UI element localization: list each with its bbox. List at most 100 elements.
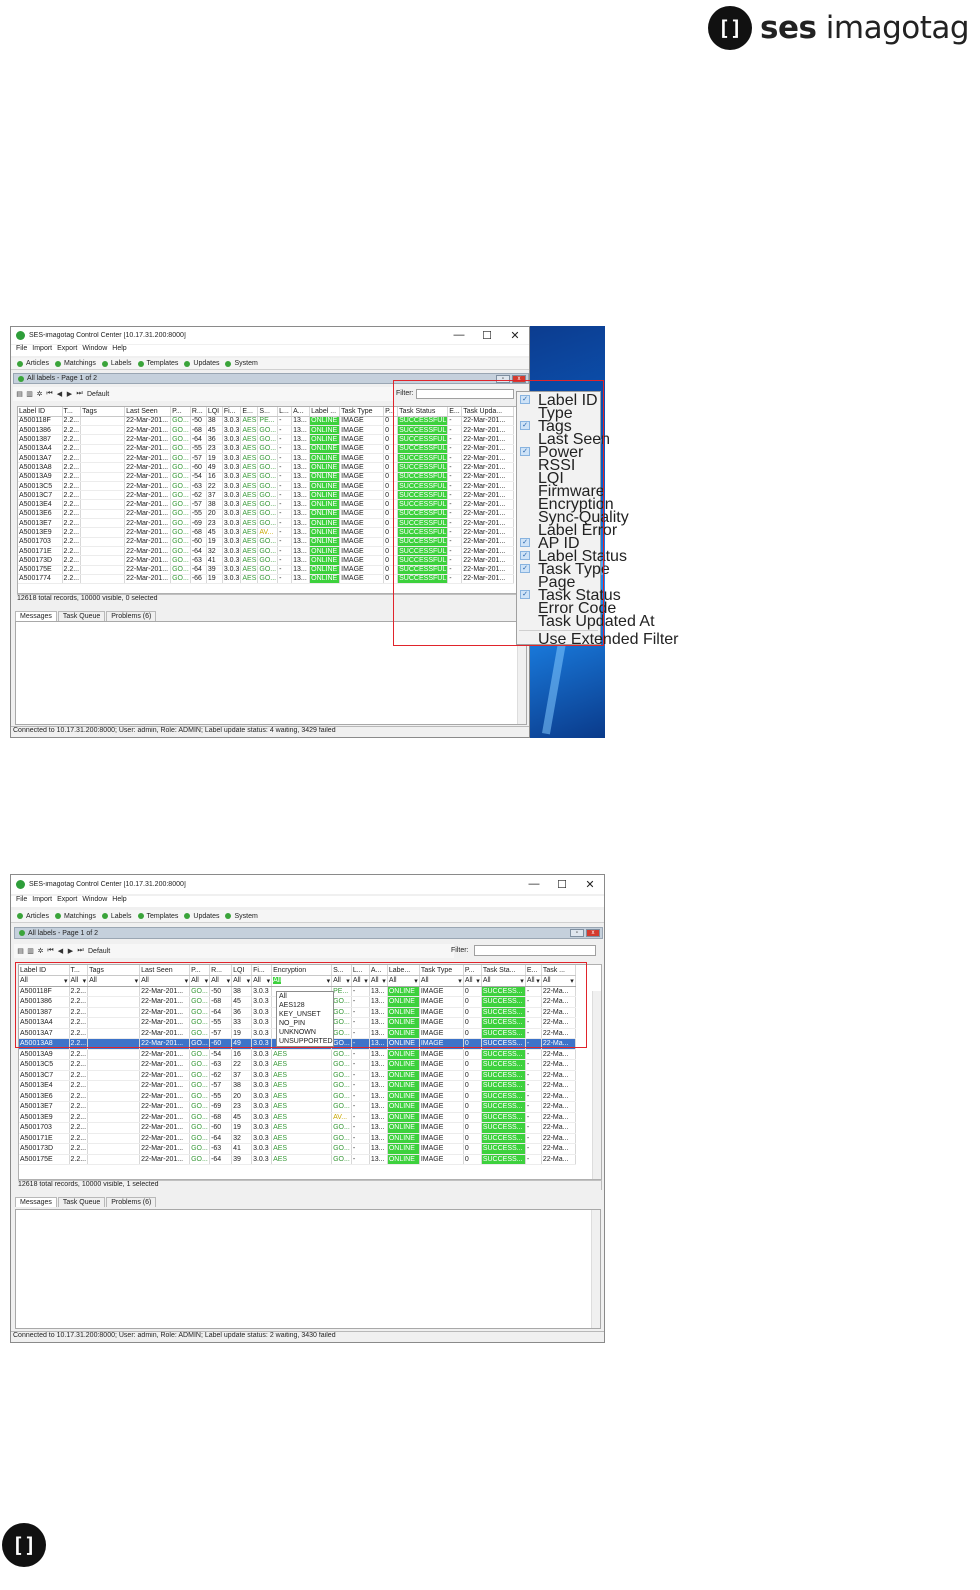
messages-scrollbar[interactable] — [591, 1210, 600, 1328]
column-header[interactable]: Last Seen — [124, 407, 172, 417]
restore-panel-icon[interactable]: ▫ — [570, 929, 584, 937]
column-header[interactable]: A... — [291, 407, 311, 417]
column-header[interactable]: E... — [240, 407, 259, 417]
nav-articles[interactable]: Articles — [17, 913, 49, 920]
status-dot-icon — [137, 913, 144, 919]
table-row[interactable]: A50013A9 2.2... 22-Mar-201... GO... -54 16 3.0… — [19, 1049, 576, 1060]
nav-articles[interactable]: Articles — [17, 360, 49, 367]
column-header[interactable]: Tags — [80, 407, 126, 417]
next-page-icon[interactable]: ▶ — [66, 390, 73, 398]
new-icon[interactable]: ▤ — [16, 390, 23, 398]
column-header[interactable]: P... — [170, 407, 191, 417]
next-page-icon[interactable]: ▶ — [67, 947, 74, 955]
table-cell: 22-Mar-201... — [124, 444, 172, 455]
nav-system[interactable]: System — [225, 360, 258, 367]
menu-export[interactable]: Export — [57, 345, 77, 356]
column-header[interactable]: S... — [257, 407, 279, 417]
nav-updates[interactable]: Updates — [184, 913, 219, 920]
column-header[interactable]: T... — [62, 407, 82, 417]
table-cell: 2.2... — [69, 1154, 89, 1165]
close-button[interactable]: ✕ — [501, 329, 529, 342]
menu-help[interactable]: Help — [112, 896, 126, 907]
table-cell: A50013E6 — [19, 1091, 70, 1102]
tab-task-queue[interactable]: Task Queue — [57, 1197, 106, 1207]
menu-window[interactable]: Window — [82, 896, 107, 907]
column-header[interactable]: LQI — [206, 407, 223, 417]
last-page-icon[interactable]: ⏭ — [77, 947, 84, 955]
panel-title: All labels - Page 1 of 2 — [28, 929, 99, 937]
table-cell: 3.0.3 — [222, 434, 242, 445]
table-row[interactable]: A500173D 2.2... 22-Mar-201... GO... -63 41 3.0… — [19, 1143, 576, 1155]
records-summary: 12618 total records, 10000 visible, 1 se… — [18, 1180, 602, 1190]
column-header[interactable]: Label ... — [309, 407, 341, 417]
table-cell: 2.2... — [62, 453, 82, 464]
view-preset[interactable]: Default — [87, 391, 109, 398]
menu-file[interactable]: File — [16, 345, 27, 356]
nav-matchings[interactable]: Matchings — [54, 913, 96, 920]
delete-icon[interactable]: ▥ — [27, 947, 34, 955]
table-row[interactable]: A50013E4 2.2... 22-Mar-201... GO... -57 38 3.0… — [19, 1080, 576, 1092]
nav-templates[interactable]: Templates — [137, 913, 178, 920]
table-row[interactable]: A500171E 2.2... 22-Mar-201... GO... -64 32 3.0… — [19, 1133, 576, 1144]
column-header[interactable]: L... — [277, 407, 293, 417]
table-cell: IMAGE — [339, 425, 385, 436]
settings-icon[interactable]: ✲ — [37, 947, 44, 955]
table-row[interactable]: A5001703 2.2... 22-Mar-201... GO... -60 19 3.0… — [19, 1122, 576, 1134]
nav-labels[interactable]: Labels — [101, 360, 132, 367]
nav-labels[interactable]: Labels — [101, 913, 132, 920]
menu-import[interactable]: Import — [32, 896, 52, 907]
table-cell: SUCCESS... — [481, 1112, 526, 1123]
nav-system[interactable]: System — [225, 913, 258, 920]
table-row[interactable]: A50013E6 2.2... 22-Mar-201... GO... -55 20 3.0… — [19, 1091, 576, 1102]
table-cell: 3.0.3 — [222, 462, 242, 473]
table-cell: IMAGE — [339, 444, 385, 455]
first-page-icon[interactable]: ⏮ — [47, 947, 54, 955]
new-icon[interactable]: ▤ — [17, 947, 24, 955]
table-row[interactable]: A50013C5 2.2... 22-Mar-201... GO... -63 22 3.0… — [19, 1059, 576, 1071]
table-row[interactable]: A500175E 2.2... 22-Mar-201... GO... -64 39 3.0… — [19, 1154, 576, 1165]
last-page-icon[interactable]: ⏭ — [76, 390, 83, 398]
delete-icon[interactable]: ▥ — [26, 390, 33, 398]
close-panel-icon[interactable]: x — [586, 929, 600, 937]
table-cell: GO... — [170, 444, 191, 455]
close-button[interactable]: ✕ — [576, 878, 604, 891]
table-cell: 3.0.3 — [251, 1091, 273, 1102]
table-cell: 22-Mar-201... — [139, 1059, 191, 1071]
maximize-button[interactable]: ☐ — [548, 878, 576, 891]
nav-templates[interactable]: Templates — [137, 360, 178, 367]
tab-messages[interactable]: Messages — [15, 611, 57, 621]
nav-matchings[interactable]: Matchings — [54, 360, 96, 367]
tab-task-queue[interactable]: Task Queue — [57, 611, 106, 621]
view-preset[interactable]: Default — [88, 948, 110, 955]
prev-page-icon[interactable]: ◀ — [57, 947, 64, 955]
table-scrollbar[interactable] — [592, 991, 601, 1179]
table-cell: SUCCESS... — [481, 1101, 526, 1113]
tab-problems[interactable]: Problems (6) — [106, 1197, 157, 1207]
tab-messages[interactable]: Messages — [15, 1197, 57, 1207]
settings-icon[interactable]: ✲ — [36, 390, 43, 398]
column-header[interactable]: Fi... — [222, 407, 242, 417]
menu-import[interactable]: Import — [32, 345, 52, 356]
column-header[interactable]: R... — [190, 407, 207, 417]
menu-export[interactable]: Export — [57, 896, 77, 907]
tab-problems[interactable]: Problems (6) — [106, 611, 157, 621]
table-cell — [80, 416, 126, 427]
table-row[interactable]: A50013C7 2.2... 22-Mar-201... GO... -62 37 3.0… — [19, 1070, 576, 1081]
minimize-button[interactable]: — — [445, 329, 473, 342]
maximize-button[interactable]: ☐ — [473, 329, 501, 342]
minimize-button[interactable]: — — [520, 878, 548, 891]
column-header[interactable]: Label ID — [18, 407, 63, 417]
menu-help[interactable]: Help — [112, 345, 126, 356]
column-header[interactable]: Task Type — [339, 407, 385, 417]
nav-updates[interactable]: Updates — [184, 360, 219, 367]
table-row[interactable]: A50013E9 2.2... 22-Mar-201... GO... -68 45 3.0… — [19, 1112, 576, 1123]
table-cell: 13... — [291, 472, 311, 482]
prev-page-icon[interactable]: ◀ — [56, 390, 63, 398]
table-row[interactable]: A50013E7 2.2... 22-Mar-201... GO... -69 23 3.0… — [19, 1101, 576, 1113]
menu-file[interactable]: File — [16, 896, 27, 907]
filter-input[interactable] — [474, 945, 596, 956]
first-page-icon[interactable]: ⏮ — [46, 390, 53, 398]
menu-window[interactable]: Window — [82, 345, 107, 356]
table-cell: 22-Ma... — [541, 1122, 576, 1134]
table-cell: 13... — [369, 1133, 388, 1144]
